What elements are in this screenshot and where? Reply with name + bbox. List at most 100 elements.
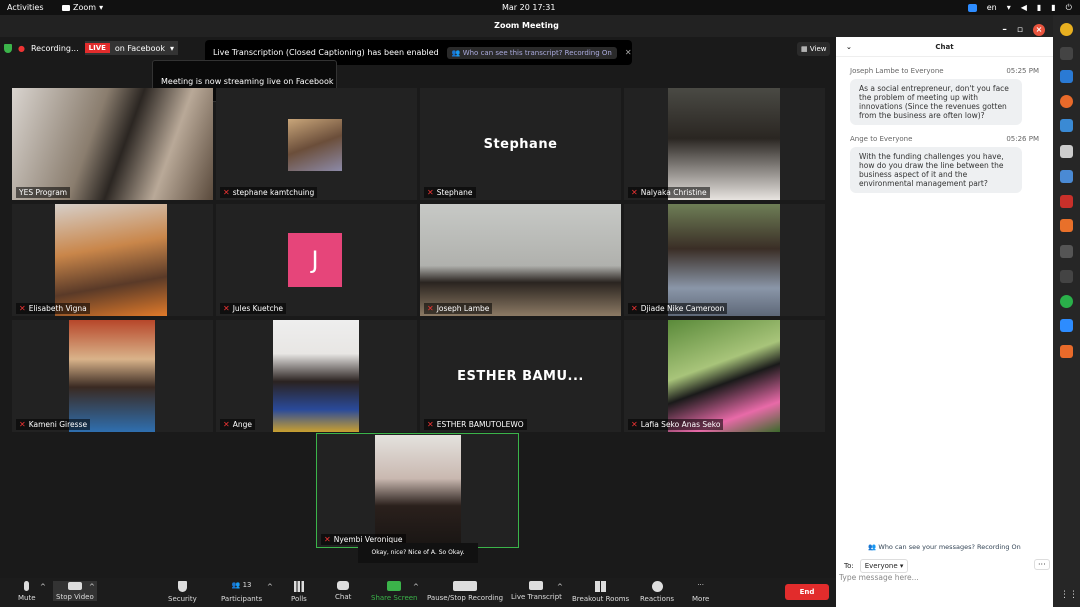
participant-name-label: Joseph Lambe (436, 304, 490, 313)
software-store-icon[interactable] (1060, 219, 1073, 232)
shield-icon (177, 581, 187, 592)
participants-icon: 👥 13 (231, 581, 252, 589)
text-icon[interactable] (1060, 245, 1073, 258)
more-options-icon[interactable]: ··· (1034, 559, 1050, 570)
zoom-tray-icon[interactable] (967, 3, 977, 12)
muted-mic-icon: ✕ (19, 420, 26, 429)
video-options-caret[interactable]: ^ (89, 583, 95, 591)
video-tile[interactable]: ✕ Kameni Giresse (12, 320, 213, 432)
muted-mic-icon: ✕ (427, 420, 434, 429)
transcript-visibility-link[interactable]: 👥 Who can see this transcript? Recording… (446, 46, 617, 59)
video-tile[interactable]: ✕ stephane kamtchuing (216, 88, 417, 200)
record-icon: ● (18, 43, 25, 53)
more-button[interactable]: ··· More (692, 581, 709, 603)
chat-button[interactable]: Chat (335, 581, 351, 601)
video-tile[interactable]: ESTHER BAMU... ✕ ESTHER BAMUTOLEWO (420, 320, 621, 432)
battery-icon[interactable]: ▮ (1051, 3, 1055, 12)
muted-mic-icon: ✕ (223, 420, 230, 429)
view-button[interactable]: ▦ View (797, 42, 831, 56)
recording-label[interactable]: Recording... (31, 44, 79, 53)
stop-video-label: Stop Video (56, 593, 94, 601)
power-icon[interactable]: ⏻ (1066, 3, 1072, 13)
app-menu[interactable]: Zoom ▾ (62, 3, 103, 12)
chat-visibility-link[interactable]: 👥 Who can see your messages? Recording O… (836, 543, 1053, 551)
terminal-icon[interactable] (1060, 47, 1073, 60)
recipient-selector: To: Everyone ▾ (844, 559, 909, 573)
video-tile[interactable]: ✕ Ange (216, 320, 417, 432)
pause-stop-recording-button[interactable]: Pause/Stop Recording (427, 581, 503, 602)
reactions-button[interactable]: Reactions (640, 581, 674, 603)
microphone-icon[interactable]: ▮ (1037, 3, 1041, 12)
video-tile[interactable]: ✕ Joseph Lambe (420, 204, 621, 316)
volume-icon[interactable]: ◀ (1021, 3, 1027, 12)
vscode-icon[interactable] (1060, 70, 1073, 83)
breakout-rooms-button[interactable]: Breakout Rooms (572, 581, 629, 603)
muted-mic-icon: ✕ (427, 188, 434, 197)
transcript-options-caret[interactable]: ^ (557, 583, 563, 591)
show-apps-icon[interactable]: ⋮⋮⋮ (1060, 590, 1080, 603)
end-meeting-button[interactable]: End (785, 584, 829, 600)
security-button[interactable]: Security (168, 581, 197, 603)
network-icon[interactable] (1060, 270, 1073, 283)
meeting-area: ● Recording... LIVE on Facebook ▾ Live T… (0, 37, 836, 578)
document-viewer-icon[interactable] (1060, 345, 1073, 358)
live-transcript-button[interactable]: Live Transcript (511, 581, 562, 601)
recipient-dropdown[interactable]: Everyone ▾ (859, 559, 909, 573)
participant-video (668, 88, 780, 200)
video-tile[interactable]: ✕ Lafia Seko Anas Seko (624, 320, 825, 432)
chat-message-input[interactable]: Type message here... (839, 573, 919, 582)
participant-video (375, 435, 461, 544)
video-tile[interactable]: Stephane ✕ Stephane (420, 88, 621, 200)
editor-icon[interactable] (1060, 145, 1073, 158)
language-indicator[interactable]: en (987, 3, 997, 12)
participants-button[interactable]: 👥 13 Participants (221, 581, 262, 603)
muted-mic-icon: ✕ (324, 535, 331, 544)
active-speaker-tile[interactable]: ✕ Nyembi Veronique (316, 433, 519, 548)
activities-button[interactable]: Activities (7, 3, 44, 12)
document-icon[interactable] (1060, 170, 1073, 183)
polls-button[interactable]: Polls (291, 581, 307, 603)
share-screen-button[interactable]: Share Screen (371, 581, 418, 602)
app-menu-label: Zoom (73, 3, 97, 12)
participant-name-label: YES Program (19, 188, 68, 197)
chat-visibility-label: Who can see your messages? Recording On (878, 543, 1021, 551)
message-bubble[interactable]: As a social entrepreneur, don't you face… (850, 79, 1022, 125)
window-title: Zoom Meeting (494, 21, 559, 30)
mute-button[interactable]: Mute (18, 581, 36, 602)
firefox-icon[interactable] (1060, 95, 1073, 108)
participant-video (288, 119, 342, 171)
share-options-caret[interactable]: ^ (413, 583, 419, 591)
clock[interactable]: Mar 20 17:31 (502, 3, 555, 12)
participants-options-caret[interactable]: ^ (267, 583, 273, 591)
wifi-icon[interactable]: ▾ (1007, 3, 1011, 12)
message-time: 05:25 PM (1006, 67, 1039, 75)
filezilla-icon[interactable] (1060, 195, 1073, 208)
chevron-down-icon[interactable]: ⌄ (846, 37, 852, 57)
participant-video (273, 320, 359, 432)
message-bubble[interactable]: With the funding challenges you have, ho… (850, 147, 1022, 193)
spotify-icon[interactable] (1060, 295, 1073, 308)
live-stream-menu[interactable]: LIVE on Facebook ▾ (84, 41, 179, 55)
participant-name: ✕ ESTHER BAMUTOLEWO (424, 419, 527, 430)
participant-video (420, 204, 621, 316)
shield-icon[interactable] (4, 43, 12, 53)
pause-stop-icon (453, 581, 478, 591)
polls-label: Polls (291, 595, 307, 603)
video-tile[interactable]: YES Program (12, 88, 213, 200)
chrome-icon[interactable] (1060, 23, 1073, 36)
video-tile[interactable]: ✕ Elisabeth Vigna (12, 204, 213, 316)
muted-mic-icon: ✕ (19, 304, 26, 313)
view-label: View (809, 45, 827, 53)
grid-icon (595, 581, 607, 592)
participant-name-label: Jules Kuetche (232, 304, 284, 313)
zoom-icon[interactable] (1060, 319, 1073, 332)
video-tile[interactable]: ✕ Djiade Nike Cameroon (624, 204, 825, 316)
video-tile[interactable]: ✕ Nalyaka Christine (624, 88, 825, 200)
close-icon[interactable]: ✕ (625, 48, 632, 57)
more-dots-icon: ··· (697, 581, 705, 589)
video-tile[interactable]: J ✕ Jules Kuetche (216, 204, 417, 316)
files-icon[interactable] (1060, 119, 1073, 132)
close-icon[interactable]: × (1033, 24, 1045, 36)
participant-name: YES Program (16, 187, 71, 198)
mute-options-caret[interactable]: ^ (40, 583, 46, 591)
